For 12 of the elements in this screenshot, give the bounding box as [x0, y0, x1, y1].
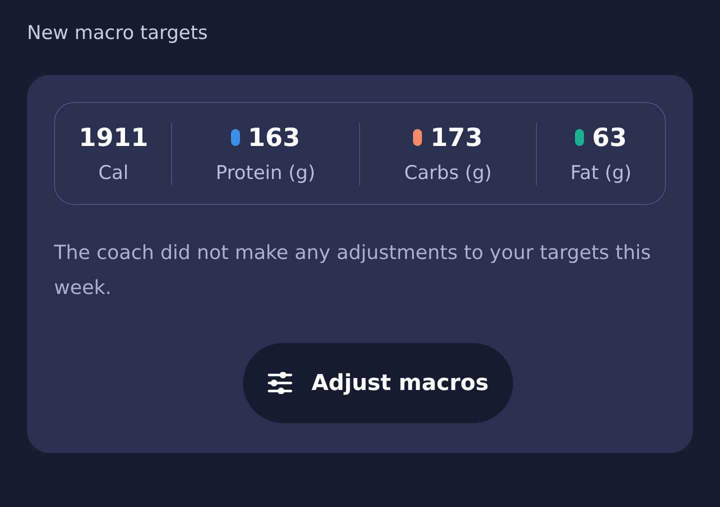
macro-label: Protein (g): [216, 160, 316, 184]
macro-label: Carbs (g): [404, 160, 492, 184]
coach-message: The coach did not make any adjustments to your targets this week.: [54, 240, 652, 301]
macro-label: Cal: [98, 160, 129, 184]
macro-value: 63: [592, 122, 627, 152]
adjust-macros-button[interactable]: Adjust macros: [243, 343, 513, 423]
macro-value: 173: [430, 122, 483, 152]
sliders-icon: [267, 372, 294, 394]
section-title: New macro targets: [27, 21, 209, 46]
macro-label: Fat (g): [570, 160, 632, 184]
macro-value: 1911: [78, 122, 148, 152]
macro-value: 163: [248, 122, 300, 152]
